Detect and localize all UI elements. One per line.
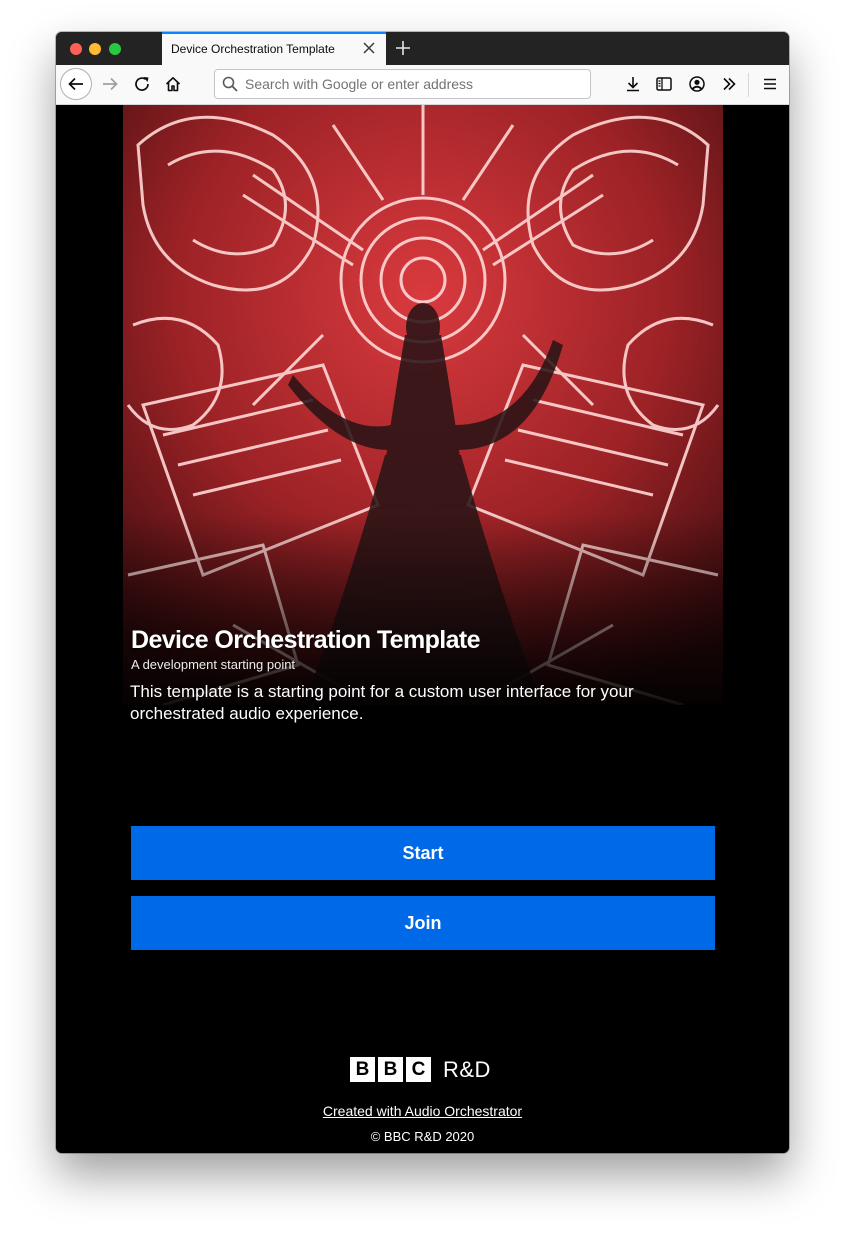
logo-letter-b2: B <box>378 1057 403 1082</box>
tab-strip: Device Orchestration Template <box>56 32 789 65</box>
account-icon[interactable] <box>683 70 711 98</box>
sidebar-icon[interactable] <box>650 70 678 98</box>
search-icon <box>222 76 238 97</box>
page-content: Device Orchestration Template A developm… <box>56 105 789 1153</box>
close-icon[interactable] <box>362 41 376 55</box>
minimize-window-button[interactable] <box>89 43 101 55</box>
back-icon[interactable] <box>60 68 92 100</box>
copyright-text: © BBC R&D 2020 <box>370 1129 475 1144</box>
start-button[interactable]: Start <box>131 826 715 880</box>
search-input[interactable] <box>245 70 585 98</box>
tab-device-orchestration[interactable]: Device Orchestration Template <box>162 32 386 65</box>
page-title: Device Orchestration Template <box>131 626 481 654</box>
overflow-icon[interactable] <box>715 70 743 98</box>
hero-image <box>123 105 723 705</box>
join-button[interactable]: Join <box>131 896 715 950</box>
bbc-rd-logo: B B C R&D <box>350 1057 491 1082</box>
toolbar-divider <box>748 73 749 97</box>
logo-letter-c: C <box>406 1057 431 1082</box>
close-window-button[interactable] <box>70 43 82 55</box>
zoom-window-button[interactable] <box>109 43 121 55</box>
audio-orchestrator-link[interactable]: Created with Audio Orchestrator <box>56 1103 789 1119</box>
address-bar[interactable] <box>214 69 591 99</box>
forward-icon[interactable] <box>96 70 124 98</box>
home-icon[interactable] <box>159 70 187 98</box>
navigation-toolbar <box>56 65 789 105</box>
reload-icon[interactable] <box>128 70 156 98</box>
browser-window: Device Orchestration Template Search wit… <box>56 32 789 1153</box>
page-description: This template is a starting point for a … <box>130 682 634 723</box>
plus-icon[interactable] <box>394 39 412 57</box>
tab-title: Device Orchestration Template <box>171 42 335 56</box>
menu-icon[interactable] <box>756 70 784 98</box>
downloads-icon[interactable] <box>619 70 647 98</box>
logo-letter-b1: B <box>350 1057 375 1082</box>
page-subtitle: A development starting point <box>131 657 296 672</box>
logo-suffix: R&D <box>443 1056 491 1082</box>
